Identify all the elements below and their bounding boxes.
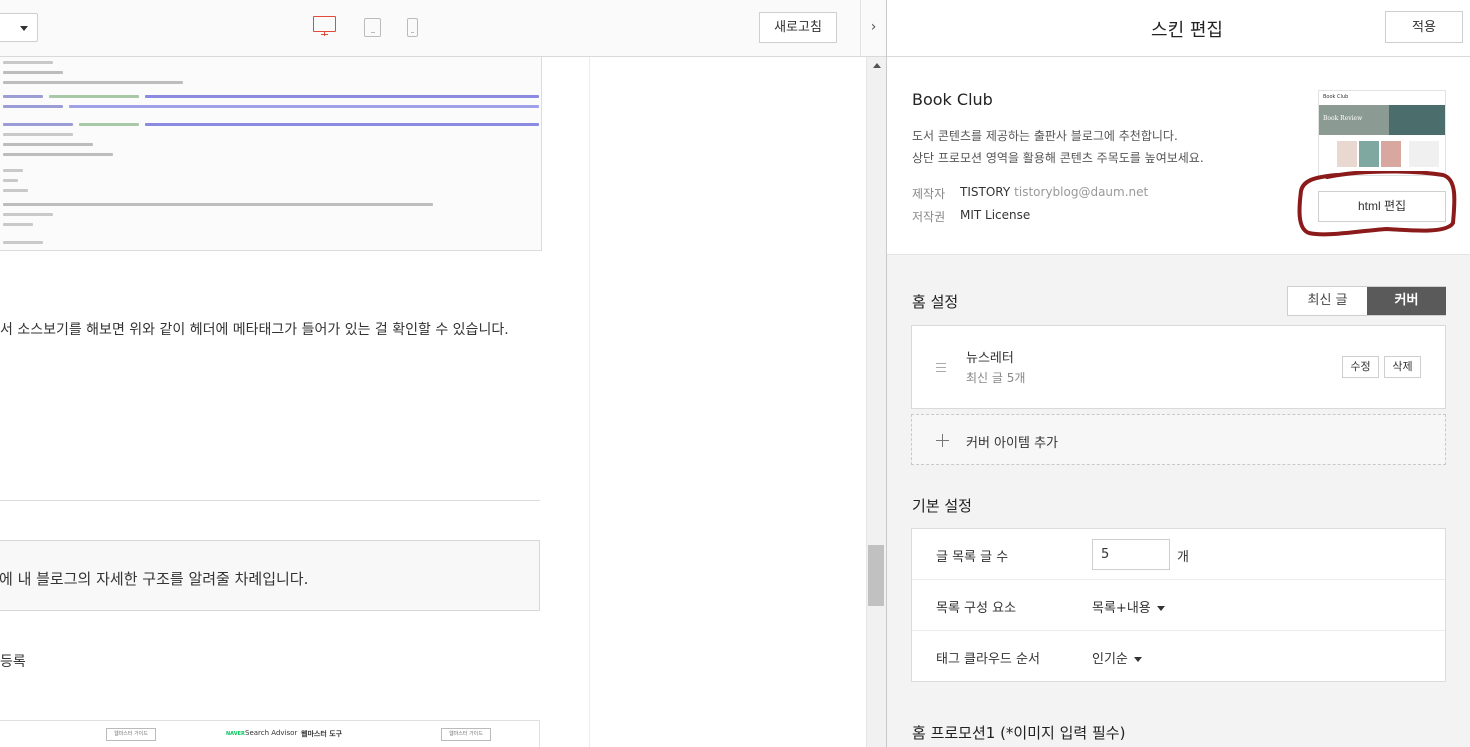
skin-description-line: 도서 콘텐츠를 제공하는 출판사 블로그에 추천합니다. [912, 129, 1178, 143]
thumbnail-brand: Book Club [1323, 94, 1349, 100]
maker-email: tistoryblog@daum.net [1014, 185, 1149, 199]
editor-header: 스킨 편집 적용 [887, 0, 1470, 57]
blog-select-dropdown[interactable] [0, 13, 38, 42]
preview-scrollbar[interactable] [866, 57, 886, 747]
embedded-guide-button: 웹마스터 가이드 [106, 728, 156, 741]
skin-description-line: 상단 프로모션 영역을 활용해 콘텐츠 주목도를 높여보세요. [912, 151, 1204, 165]
delete-cover-button[interactable]: 삭제 [1384, 356, 1421, 378]
caret-down-icon [1133, 657, 1142, 662]
mobile-icon[interactable] [407, 18, 418, 37]
blog-sidebar-divider [589, 57, 590, 747]
apply-button[interactable]: 적용 [1385, 11, 1463, 43]
html-edit-button[interactable]: html 편집 [1318, 191, 1446, 222]
maker-name: TISTORY [960, 185, 1011, 199]
tag-cloud-order-select[interactable]: 인기순 [1092, 648, 1142, 667]
embedded-guide-button: 웹마스터 가이드 [441, 728, 491, 741]
maker-label: 제작자 [912, 187, 946, 201]
home-promo-title: 홈 프로모션1 (*이미지 입력 필수) [912, 724, 1126, 742]
setting-label: 태그 클라우드 순서 [936, 652, 1040, 667]
select-value: 인기순 [1092, 652, 1128, 667]
search-advisor-label: Search Advisor [245, 729, 298, 737]
chevron-down-icon [20, 26, 28, 31]
skin-name: Book Club [912, 90, 993, 109]
tab-cover[interactable]: 커버 [1367, 287, 1446, 315]
preview-panel: 새로고침 › 서 소스보기를 해보면 위와 같이 헤더에 메타태그가 들어가 있… [0, 0, 886, 747]
preview-content: 서 소스보기를 해보면 위와 같이 헤더에 메타태그가 들어가 있는 걸 확인할… [0, 57, 866, 747]
cover-item-summary: 최신 글 5개 [966, 371, 1026, 385]
license-value: MIT License [960, 208, 1031, 222]
edit-cover-button[interactable]: 수정 [1342, 356, 1379, 378]
setting-label: 목록 구성 요소 [936, 601, 1017, 616]
scroll-up-arrow-icon[interactable] [873, 63, 881, 68]
quote-block: 에 내 블로그의 자세한 구조를 알려줄 차례입니다. [0, 540, 540, 611]
drag-handle-icon[interactable] [936, 363, 946, 372]
setting-row-list-elements: 목록 구성 요소 목록+내용 [912, 580, 1445, 631]
preview-toolbar: 새로고침 › [0, 0, 886, 57]
add-cover-item-button[interactable]: 커버 아이템 추가 [911, 414, 1446, 465]
preview-paragraph: 서 소스보기를 해보면 위와 같이 헤더에 메타태그가 들어가 있는 걸 확인할… [0, 322, 509, 338]
app-window: 새로고침 › 서 소스보기를 해보면 위와 같이 헤더에 메타태그가 들어가 있… [0, 0, 1470, 747]
code-screenshot-image [0, 57, 542, 251]
refresh-button[interactable]: 새로고침 [759, 12, 837, 43]
caret-down-icon [1156, 606, 1165, 611]
naver-logo: NAVER [226, 731, 245, 737]
list-elements-select[interactable]: 목록+내용 [1092, 597, 1165, 616]
post-count-input[interactable] [1092, 539, 1170, 570]
divider [0, 500, 540, 501]
setting-row-tag-cloud-order: 태그 클라우드 순서 인기순 [912, 631, 1445, 682]
desktop-icon[interactable] [313, 16, 336, 36]
plus-icon [936, 434, 949, 447]
home-mode-toggle: 최신 글 커버 [1287, 286, 1446, 316]
license-label: 저작권 [912, 210, 946, 224]
search-advisor-screenshot-image: 웹마스터 가이드 NAVER Search Advisor 웹마스터 도구 웹마… [0, 720, 540, 747]
webmaster-tool-label: 웹마스터 도구 [301, 730, 343, 738]
select-value: 목록+내용 [1092, 601, 1151, 616]
maker-value: TISTORY tistoryblog@daum.net [960, 185, 1148, 199]
editor-title: 스킨 편집 [1151, 20, 1223, 41]
basic-settings-title: 기본 설정 [912, 497, 972, 515]
setting-label: 글 목록 글 수 [936, 550, 1009, 565]
cover-item-name: 뉴스레터 [966, 351, 1014, 366]
quote-text: 에 내 블로그의 자세한 구조를 알려줄 차례입니다. [0, 570, 309, 588]
preview-paragraph: 등록 [0, 654, 26, 670]
setting-row-post-count: 글 목록 글 수 개 [912, 529, 1445, 580]
skin-editor-panel: 스킨 편집 적용 Book Club 도서 콘텐츠를 제공하는 출판사 블로그에… [887, 0, 1470, 747]
home-settings-title: 홈 설정 [912, 293, 959, 311]
scroll-thumb[interactable] [868, 545, 884, 606]
skin-thumbnail: Book Club Book Review [1318, 90, 1446, 176]
add-cover-label: 커버 아이템 추가 [966, 436, 1058, 451]
tablet-icon[interactable] [364, 18, 381, 37]
collapse-panel-button[interactable]: › [860, 0, 886, 57]
cover-item: 뉴스레터 최신 글 5개 수정 삭제 [911, 325, 1446, 409]
thumbnail-caption: Book Review [1323, 115, 1363, 122]
tab-recent-posts[interactable]: 최신 글 [1288, 287, 1367, 315]
skin-info-card: Book Club 도서 콘텐츠를 제공하는 출판사 블로그에 추천합니다. 상… [887, 57, 1470, 255]
setting-unit: 개 [1177, 550, 1189, 565]
basic-settings-box: 글 목록 글 수 개 목록 구성 요소 목록+내용 태그 클라우드 순서 인기순 [911, 528, 1446, 682]
